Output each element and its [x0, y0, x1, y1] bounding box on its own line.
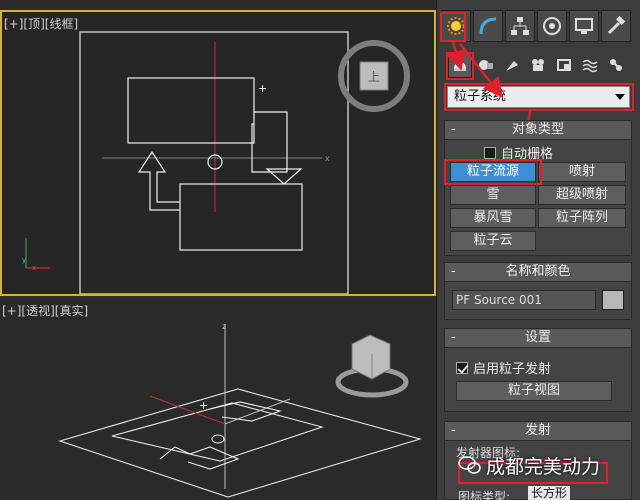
- lights-category[interactable]: [500, 52, 524, 78]
- enable-emission-checkbox[interactable]: 启用粒子发射: [456, 358, 551, 377]
- viewport-safe-frame: [79, 31, 349, 294]
- shapes-icon: [479, 60, 493, 70]
- geometry-icon: [454, 62, 466, 71]
- collapse-icon: -: [451, 122, 456, 137]
- persp-crosshair: +: [199, 399, 208, 412]
- x-axis-tick: x: [325, 154, 330, 163]
- modify-icon: [479, 17, 497, 35]
- emission-rollout-header[interactable]: - 发射: [444, 421, 632, 441]
- object-type-rollout-header[interactable]: - 对象类型: [444, 120, 632, 140]
- watermark-text: 成都完美动力: [486, 456, 601, 478]
- blizzard-button[interactable]: 暴风雪: [450, 208, 536, 228]
- collapse-icon: -: [451, 423, 456, 438]
- lights-icon: [506, 61, 518, 71]
- top-viewport-canvas: x + 上 y x: [22, 31, 410, 294]
- modify-tab[interactable]: [473, 10, 503, 42]
- z-axis-label: z: [222, 322, 226, 331]
- persp-x-line: [149, 395, 226, 425]
- geometry-category[interactable]: [448, 52, 472, 78]
- utilities-tab[interactable]: [601, 10, 631, 42]
- tripod-x-label: x: [32, 264, 36, 272]
- perspective-viewport[interactable]: z + [+][透视][真实]: [0, 299, 436, 500]
- systems-icon: [610, 59, 622, 71]
- persp-viewcube: [351, 334, 391, 380]
- viewcube-top-label: 上: [368, 70, 380, 84]
- autogrid-checkbox[interactable]: 自动栅格: [484, 143, 553, 162]
- top-viewport-label[interactable]: [+][顶][线框]: [4, 15, 78, 32]
- setup-rollout-header[interactable]: - 设置: [444, 328, 632, 348]
- helpers-category[interactable]: [552, 52, 576, 78]
- hierarchy-icon: [511, 17, 529, 35]
- icon-type-value[interactable]: 长方形: [528, 486, 571, 500]
- cameras-icon: [532, 59, 544, 71]
- flow-arrow-up: [137, 150, 180, 211]
- collapse-icon: -: [451, 264, 456, 279]
- persp-pivot: [211, 434, 225, 444]
- emitter-box-lower: [179, 183, 303, 251]
- enable-emission-label: 启用粒子发射: [473, 362, 552, 377]
- particle-view-button[interactable]: 粒子视图: [456, 381, 612, 401]
- spray-button[interactable]: 喷射: [538, 162, 626, 182]
- name-color-rollout-header[interactable]: - 名称和颜色: [444, 262, 632, 282]
- object-type-title: 对象类型: [511, 122, 564, 137]
- persp-flow-lower: [159, 446, 240, 470]
- motion-icon: [543, 17, 561, 35]
- helpers-icon: [557, 59, 571, 71]
- perspective-viewport-label[interactable]: [+][透视][真实]: [2, 302, 88, 319]
- object-color-swatch[interactable]: [602, 290, 624, 310]
- flow-arrow-right: [251, 111, 288, 173]
- hierarchy-tab[interactable]: [505, 10, 535, 42]
- collapse-icon: -: [451, 330, 456, 345]
- enable-emission-checkbox-box[interactable]: [456, 361, 468, 374]
- persp-flow-upper: [209, 401, 282, 422]
- create-icon: [447, 17, 465, 35]
- display-icon: [575, 18, 593, 34]
- snow-button[interactable]: 雪: [450, 185, 536, 205]
- grid-plane-inner: [111, 402, 324, 462]
- particle-cloud-button[interactable]: 粒子云: [450, 231, 536, 251]
- create-tab[interactable]: [441, 10, 471, 42]
- spacewarps-icon: [582, 59, 598, 73]
- autogrid-label: 自动栅格: [501, 147, 554, 162]
- name-color-title: 名称和颜色: [505, 264, 571, 279]
- spacewarps-category[interactable]: [578, 52, 602, 78]
- cameras-category[interactable]: [526, 52, 550, 78]
- autogrid-checkbox-box[interactable]: [484, 146, 496, 159]
- shapes-category[interactable]: [474, 52, 498, 78]
- utilities-icon: [607, 15, 626, 35]
- flow-arrowhead-down: [265, 168, 303, 185]
- systems-category[interactable]: [604, 52, 628, 78]
- emission-title: 发射: [524, 423, 551, 438]
- perspective-viewport-canvas: z +: [58, 322, 422, 498]
- crosshair-plus: +: [258, 82, 267, 95]
- top-viewport[interactable]: x + 上 y x [+][顶][线框]: [0, 10, 436, 296]
- chevron-down-icon: [615, 94, 625, 100]
- wechat-icon: [458, 456, 481, 474]
- object-name-field[interactable]: PF Source 001: [452, 290, 596, 310]
- particle-array-button[interactable]: 粒子阵列: [538, 208, 626, 228]
- create-category-row: [444, 52, 640, 80]
- tripod-y-label: y: [22, 256, 26, 264]
- motion-tab[interactable]: [537, 10, 567, 42]
- emitter-box-upper: [127, 77, 255, 144]
- category-dropdown-value: 粒子系统: [454, 89, 507, 104]
- category-dropdown[interactable]: 粒子系统: [447, 86, 630, 108]
- super-spray-button[interactable]: 超级喷射: [538, 185, 626, 205]
- setup-title: 设置: [524, 330, 551, 345]
- command-panel-tabs: [437, 10, 640, 44]
- particle-flow-source-button[interactable]: 粒子流源: [450, 162, 536, 182]
- display-tab[interactable]: [569, 10, 599, 42]
- icon-type-label: 图标类型:: [458, 490, 511, 500]
